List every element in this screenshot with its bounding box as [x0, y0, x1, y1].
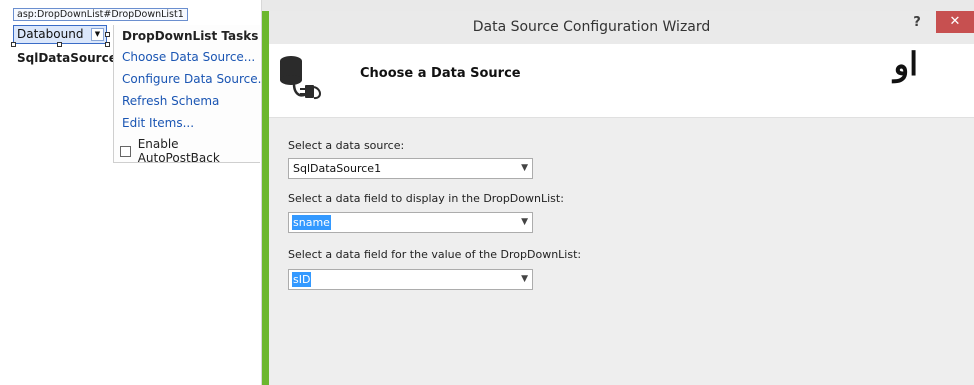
value-field-value: sID: [292, 272, 312, 287]
data-source-value: SqlDataSource1: [293, 162, 382, 175]
page-heading: Choose a Data Source: [360, 66, 521, 81]
data-source-select[interactable]: SqlDataSource1 ▼: [288, 158, 533, 179]
data-source-configuration-wizard: Data Source Configuration Wizard ? ✕ Cho…: [262, 11, 974, 385]
help-button[interactable]: ?: [904, 13, 930, 33]
chevron-down-icon[interactable]: ▼: [521, 213, 528, 232]
design-surface: asp:DropDownList#DropDownList1 Databound…: [0, 0, 269, 385]
sqldatasource-name: SqlDataSource: [17, 51, 113, 65]
tasks-panel-title: DropDownList Tasks: [122, 29, 259, 43]
edit-items-link[interactable]: Edit Items...: [122, 116, 194, 130]
resize-handle[interactable]: [105, 42, 110, 47]
enable-autopostback-option[interactable]: Enable AutoPostBack: [120, 137, 260, 165]
wizard-titlebar[interactable]: Data Source Configuration Wizard ? ✕: [269, 11, 974, 44]
window-title: Data Source Configuration Wizard: [472, 19, 711, 35]
configure-data-source-link[interactable]: Configure Data Source...: [122, 72, 269, 86]
wizard-body: Select a data source: SqlDataSource1 ▼ S…: [269, 118, 974, 385]
wizard-header: Choose a Data Source او: [269, 44, 974, 118]
chevron-down-icon[interactable]: ▼: [521, 270, 528, 289]
close-button[interactable]: ✕: [936, 11, 974, 33]
resize-handle[interactable]: [11, 42, 16, 47]
refresh-schema-link[interactable]: Refresh Schema: [122, 94, 219, 108]
data-source-label: Select a data source:: [288, 139, 405, 152]
chevron-down-icon[interactable]: ▼: [521, 159, 528, 178]
enable-autopostback-label: Enable AutoPostBack: [137, 137, 220, 165]
display-field-value: sname: [292, 215, 331, 230]
dropdownlist-text: Databound: [17, 27, 84, 41]
sqldatasource-control[interactable]: SqlDataSource - S: [17, 51, 113, 65]
handwritten-mark: او: [893, 45, 918, 83]
dropdown-arrow-icon[interactable]: ▼: [91, 28, 104, 41]
resize-handle[interactable]: [105, 32, 110, 37]
dropdownlist-tasks-panel: DropDownList Tasks Choose Data Source...…: [113, 25, 269, 165]
value-field-label: Select a data field for the value of the…: [288, 248, 582, 261]
control-tag-label: asp:DropDownList#DropDownList1: [13, 8, 188, 21]
enable-autopostback-checkbox[interactable]: [120, 145, 131, 157]
display-field-label: Select a data field to display in the Dr…: [288, 192, 564, 205]
choose-data-source-link[interactable]: Choose Data Source...: [122, 50, 255, 64]
database-plug-icon: [280, 56, 321, 100]
display-field-select[interactable]: sname ▼: [288, 212, 533, 233]
resize-handle[interactable]: [57, 42, 62, 47]
value-field-select[interactable]: sID ▼: [288, 269, 533, 290]
